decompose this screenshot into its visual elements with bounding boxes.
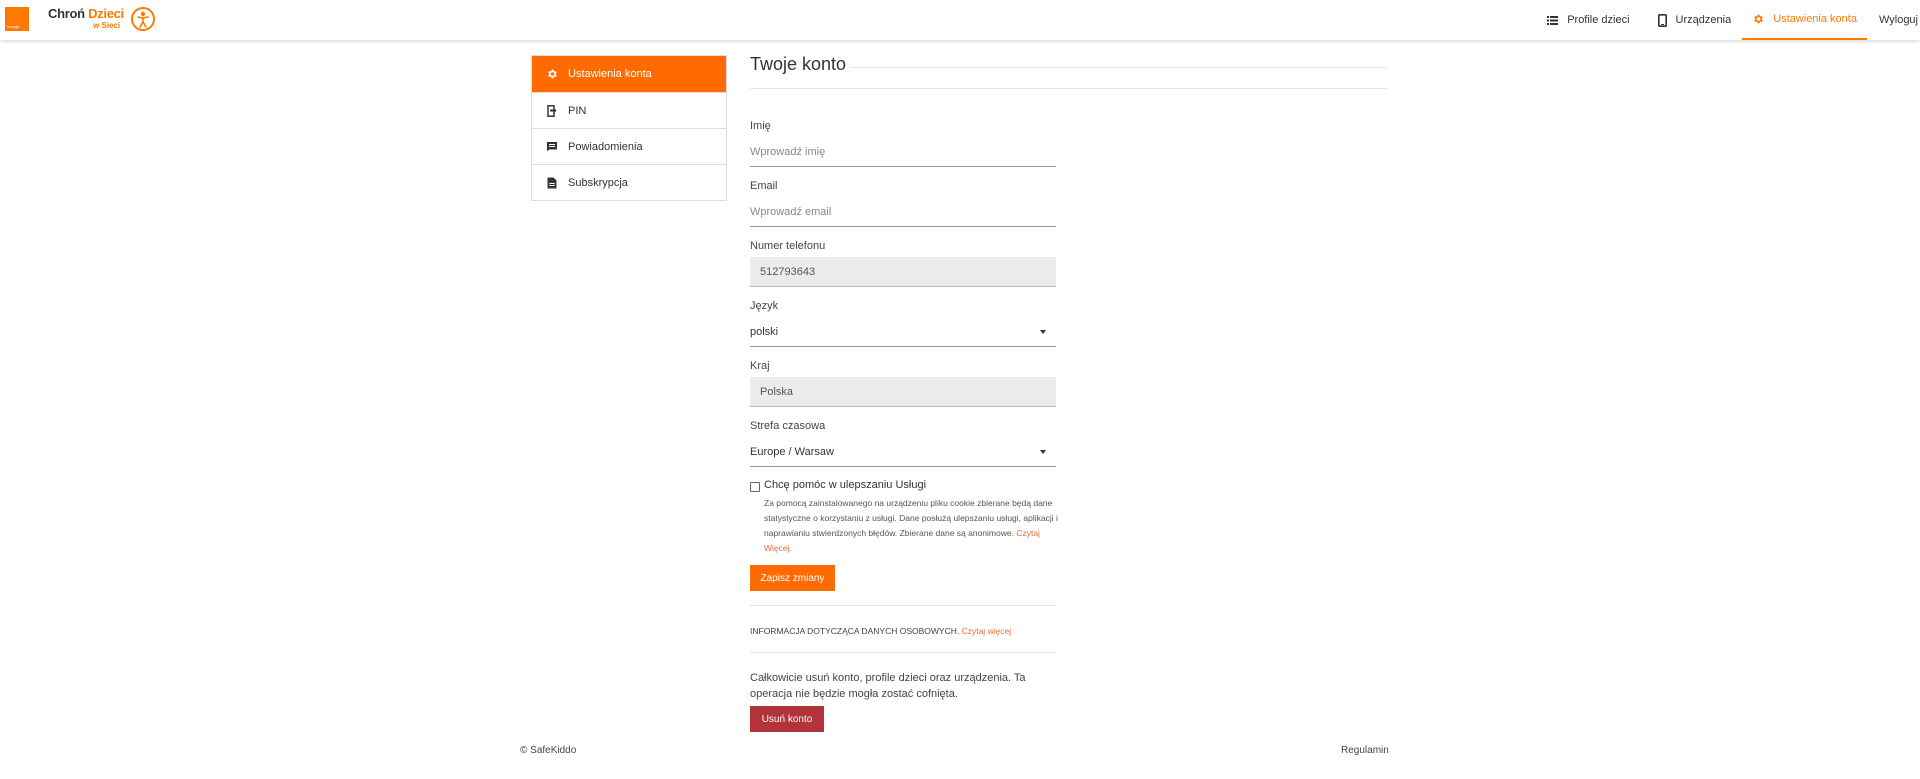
title-divider — [850, 67, 1387, 68]
phone-field: 512793643 — [750, 257, 1056, 287]
app-logo-part1: Chroń — [48, 6, 89, 21]
sidebar-item-label: PIN — [568, 104, 587, 117]
improve-service-description: Za pomocą zainstalowanego na urządzeniu … — [764, 496, 1064, 556]
top-navbar: orange Chroń Dzieci w Sieci Profile dzie… — [0, 0, 1920, 40]
main-nav: Profile dzieci Urządzenia Ustawienia kon… — [1537, 0, 1920, 40]
page-title: Twoje konto — [750, 54, 847, 74]
save-button[interactable]: Zapisz zmiany — [750, 565, 835, 591]
country-label: Kraj — [750, 360, 770, 372]
gear-icon — [1752, 13, 1764, 25]
nav-profile-dzieci[interactable]: Profile dzieci — [1537, 0, 1639, 40]
app-logo-line1: Chroń Dzieci — [48, 6, 124, 21]
improve-service-label: Chcę pomóc w ulepszaniu Usługi — [764, 479, 927, 491]
nav-label: Urządzenia — [1675, 14, 1732, 26]
app-logo-part2: Dzieci — [88, 6, 124, 21]
improve-service-checkbox[interactable] — [750, 482, 760, 492]
logout-link[interactable]: Wyloguj — [1869, 0, 1920, 40]
timezone-value: Europe / Warsaw — [750, 445, 834, 458]
personal-data-text: INFORMACJA DOTYCZĄCA DANYCH OSOBOWYCH. — [750, 626, 962, 636]
phone-icon — [1657, 13, 1667, 27]
sidebar-item-label: Ustawienia konta — [568, 68, 652, 80]
nav-label: Ustawienia konta — [1773, 13, 1857, 25]
logout-label: Wyloguj — [1878, 14, 1918, 26]
nav-urzadzenia[interactable]: Urządzenia — [1648, 0, 1742, 40]
sidebar-item-label: Subskrypcja — [568, 176, 628, 189]
email-label: Email — [750, 180, 778, 192]
sidebar-item-ustawienia-konta[interactable]: Ustawienia konta — [532, 56, 726, 92]
chevron-down-icon — [1040, 449, 1046, 454]
personal-data-link[interactable]: Czytaj więcej — [962, 626, 1012, 636]
divider — [750, 652, 1056, 653]
delete-account-button[interactable]: Usuń konto — [750, 706, 824, 732]
settings-sidebar: Ustawienia konta PIN Powiadomienia Subsk… — [531, 55, 727, 201]
sidebar-item-pin[interactable]: PIN — [532, 92, 726, 128]
timezone-select[interactable]: Europe / Warsaw — [750, 437, 1056, 467]
nav-ustawienia-konta[interactable]: Ustawienia konta — [1742, 0, 1867, 40]
phone-label: Numer telefonu — [750, 240, 826, 252]
document-icon — [544, 177, 560, 189]
divider — [750, 605, 1056, 606]
orange-logo-text: orange — [7, 24, 20, 29]
language-value: polski — [750, 325, 779, 338]
email-input[interactable] — [750, 197, 1056, 227]
phone-value: 512793643 — [760, 265, 816, 278]
orange-logo[interactable]: orange — [5, 7, 29, 31]
header-divider — [750, 88, 1387, 89]
personal-data-info: INFORMACJA DOTYCZĄCA DANYCH OSOBOWYCH. C… — [750, 626, 1011, 636]
country-field: Polska — [750, 377, 1056, 407]
improve-description-text: Za pomocą zainstalowanego na urządzeniu … — [764, 498, 1058, 538]
name-label: Imię — [750, 120, 771, 132]
copyright: © SafeKiddo — [520, 745, 577, 756]
language-label: Język — [750, 300, 779, 312]
child-figure-icon — [131, 7, 155, 31]
nav-label: Profile dzieci — [1567, 14, 1630, 26]
gear-icon — [544, 68, 560, 80]
pin-icon — [544, 104, 560, 117]
list-icon — [1547, 15, 1559, 25]
sidebar-item-powiadomienia[interactable]: Powiadomienia — [532, 128, 726, 164]
message-icon — [544, 141, 560, 153]
name-input[interactable] — [750, 137, 1056, 167]
sidebar-item-label: Powiadomienia — [568, 140, 643, 153]
sidebar-item-subskrypcja[interactable]: Subskrypcja — [532, 164, 726, 200]
chevron-down-icon — [1040, 329, 1046, 334]
app-logo-line2: w Sieci — [93, 21, 121, 30]
delete-account-text: Całkowicie usuń konto, profile dzieci or… — [750, 672, 1026, 700]
timezone-label: Strefa czasowa — [750, 420, 826, 432]
language-select[interactable]: polski — [750, 317, 1056, 347]
country-value: Polska — [760, 385, 794, 398]
terms-link[interactable]: Regulamin — [1341, 745, 1389, 756]
